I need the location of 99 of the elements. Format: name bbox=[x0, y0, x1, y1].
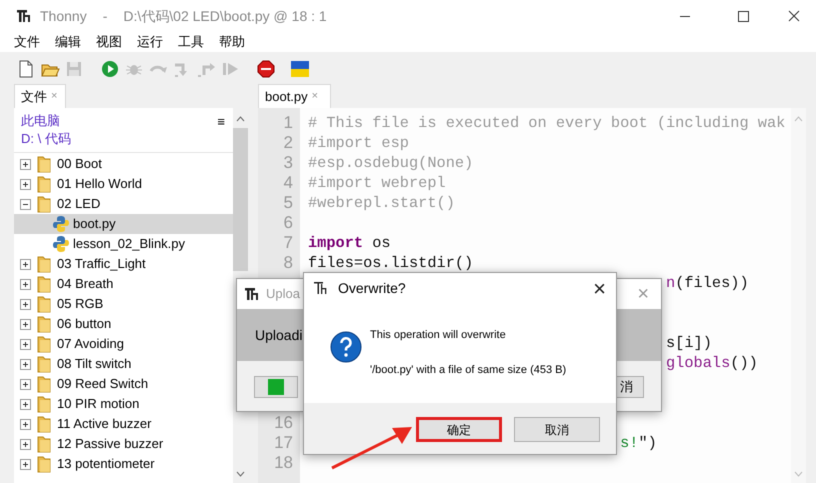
expand-icon[interactable] bbox=[20, 178, 31, 190]
dialog-detail: '/boot.py' with a file of same size (453 B) bbox=[370, 362, 566, 378]
close-button[interactable]: × bbox=[593, 272, 606, 304]
expand-icon[interactable] bbox=[20, 158, 31, 170]
folder-row[interactable]: 09 Reed Switch bbox=[14, 374, 233, 394]
folder-row[interactable]: 00 Boot bbox=[14, 154, 233, 174]
line-number: 16 bbox=[274, 413, 293, 432]
code-line: #webrepl.start() bbox=[308, 194, 455, 212]
app-name: Thonny bbox=[40, 6, 87, 26]
stop-icon[interactable] bbox=[256, 59, 276, 79]
folder-icon bbox=[37, 435, 51, 453]
app-icon bbox=[244, 286, 260, 302]
code-line: import os bbox=[308, 234, 391, 252]
folder-row[interactable]: 10 PIR motion bbox=[14, 394, 233, 414]
expand-icon[interactable] bbox=[20, 458, 31, 470]
expand-icon[interactable] bbox=[20, 358, 31, 370]
run-icon[interactable] bbox=[100, 59, 120, 79]
folder-icon bbox=[37, 455, 51, 473]
code-line: s[i]) bbox=[666, 334, 712, 352]
menu-item[interactable]: 编辑 bbox=[55, 32, 81, 52]
menu-item[interactable]: 帮助 bbox=[219, 32, 245, 52]
folder-row[interactable]: 08 Tilt switch bbox=[14, 354, 233, 374]
file-row[interactable]: lesson_02_Blink.py bbox=[14, 234, 233, 254]
window-title: D:\代码\02 LED\boot.py @ 18 : 1 bbox=[123, 6, 327, 26]
code-line: globals()) bbox=[666, 354, 758, 372]
python-icon bbox=[52, 235, 70, 253]
expand-icon[interactable] bbox=[20, 338, 31, 350]
location-label[interactable]: 此电脑 bbox=[14, 112, 218, 130]
folder-row[interactable]: 11 Active buzzer bbox=[14, 414, 233, 434]
folder-row[interactable]: 03 Traffic_Light bbox=[14, 254, 233, 274]
folder-icon bbox=[37, 415, 51, 433]
code-line: n(files)) bbox=[666, 274, 749, 292]
menu-item[interactable]: 运行 bbox=[137, 32, 163, 52]
line-number: 18 bbox=[274, 453, 293, 472]
question-icon bbox=[330, 331, 362, 363]
folder-row[interactable]: 02 LED bbox=[14, 194, 233, 214]
folder-icon bbox=[37, 175, 51, 193]
code-line: #import esp bbox=[308, 134, 409, 152]
code-line: #esp.osdebug(None) bbox=[308, 154, 474, 172]
stop-square-icon bbox=[268, 379, 284, 395]
folder-icon bbox=[37, 335, 51, 353]
line-number: 8 bbox=[284, 253, 293, 272]
folder-icon bbox=[37, 395, 51, 413]
expand-icon[interactable] bbox=[20, 298, 31, 310]
line-number: 1 bbox=[284, 113, 293, 132]
file-row[interactable]: boot.py bbox=[14, 214, 233, 234]
code-line: #import webrepl bbox=[308, 174, 446, 192]
expand-icon[interactable] bbox=[20, 418, 31, 430]
cancel-button[interactable]: 取消 bbox=[514, 417, 600, 442]
editor-tab[interactable]: boot.py × bbox=[258, 84, 331, 108]
folder-row[interactable]: 04 Breath bbox=[14, 274, 233, 294]
folder-icon bbox=[37, 355, 51, 373]
folder-icon bbox=[37, 155, 51, 173]
expand-icon[interactable] bbox=[20, 318, 31, 330]
menu-item[interactable]: 文件 bbox=[14, 32, 40, 52]
code-line: # This file is executed on every boot (including wak bbox=[308, 114, 786, 132]
files-tab[interactable]: 文件 × bbox=[14, 84, 66, 108]
app-icon bbox=[16, 8, 32, 24]
code-line: files=os.listdir() bbox=[308, 254, 474, 272]
flag-icon[interactable] bbox=[290, 59, 310, 79]
line-number: 4 bbox=[284, 173, 293, 192]
expand-icon[interactable] bbox=[20, 438, 31, 450]
folder-row[interactable]: 12 Passive buzzer bbox=[14, 434, 233, 454]
line-number: 3 bbox=[284, 153, 293, 172]
dialog-title: Overwrite? bbox=[338, 278, 406, 298]
expand-icon[interactable] bbox=[20, 258, 31, 270]
collapse-icon[interactable] bbox=[20, 198, 31, 210]
menu-icon[interactable]: ≡ bbox=[217, 112, 225, 148]
folder-icon bbox=[37, 255, 51, 273]
code-line: s!") bbox=[620, 434, 657, 452]
path-label[interactable]: D: \ 代码 bbox=[14, 130, 218, 148]
line-number: 6 bbox=[284, 213, 293, 232]
folder-icon bbox=[37, 375, 51, 393]
folder-row[interactable]: 01 Hello World bbox=[14, 174, 233, 194]
expand-icon[interactable] bbox=[20, 378, 31, 390]
dialog-title: Uploa bbox=[266, 285, 300, 304]
folder-row[interactable]: 13 potentiometer bbox=[14, 454, 233, 474]
folder-row[interactable]: 06 button bbox=[14, 314, 233, 334]
menu-item[interactable]: 视图 bbox=[96, 32, 122, 52]
python-icon bbox=[52, 215, 70, 233]
dialog-message: This operation will overwrite bbox=[370, 328, 507, 343]
folder-row[interactable]: 05 RGB bbox=[14, 294, 233, 314]
folder-icon bbox=[37, 295, 51, 313]
title-separator: - bbox=[102, 6, 108, 26]
dialog-message: Uploadi bbox=[255, 326, 302, 345]
line-number: 17 bbox=[274, 433, 293, 452]
folder-row[interactable]: 07 Avoiding bbox=[14, 334, 233, 354]
menu-item[interactable]: 工具 bbox=[178, 32, 204, 52]
folder-icon bbox=[37, 195, 51, 213]
line-number: 2 bbox=[284, 133, 293, 152]
folder-icon bbox=[37, 315, 51, 333]
expand-icon[interactable] bbox=[20, 398, 31, 410]
folder-icon bbox=[37, 275, 51, 293]
line-number: 7 bbox=[284, 233, 293, 252]
scrollbar-thumb[interactable] bbox=[233, 128, 248, 270]
app-icon bbox=[314, 281, 328, 295]
expand-icon[interactable] bbox=[20, 278, 31, 290]
line-number: 5 bbox=[284, 193, 293, 212]
ok-button[interactable]: 确定 bbox=[416, 417, 502, 442]
